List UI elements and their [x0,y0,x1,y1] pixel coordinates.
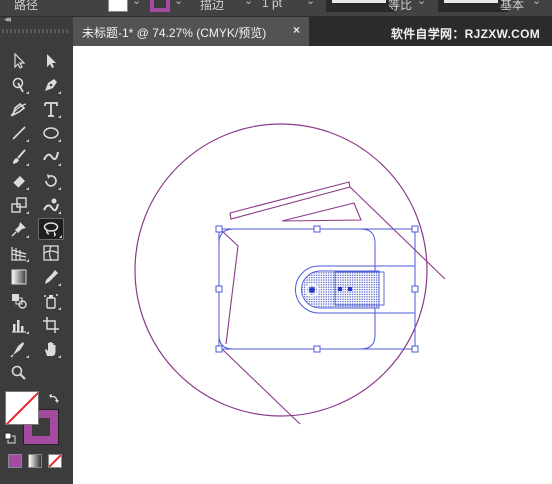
direct-selection-tool[interactable] [40,51,62,71]
gradient-icon [11,269,27,285]
arrow-outline-icon [14,52,26,69]
handle-dot[interactable] [309,287,315,293]
perspective-grid-tool[interactable] [8,243,30,263]
type-tool[interactable] [40,99,62,119]
selection-tool[interactable] [8,51,30,71]
stroke-indicator[interactable] [150,0,170,12]
artboard-icon [43,317,59,333]
arrow-solid-icon [47,54,56,68]
gradient-tool[interactable] [8,267,30,287]
magic-wand-tool[interactable] [8,75,30,95]
symbol-sprayer-tool[interactable] [40,291,62,311]
stroke-weight-value[interactable]: 1 pt [262,0,282,10]
chevron-down-icon[interactable]: ⌄ [417,0,426,7]
paintbrush-tool[interactable] [8,147,30,167]
lasso-tool[interactable] [38,218,64,240]
swap-colors-icon[interactable] [48,392,60,410]
color-mode-button[interactable] [8,454,22,468]
artwork[interactable] [73,46,552,484]
zoom-tool[interactable] [8,363,30,383]
artboard-canvas[interactable] [73,46,552,484]
zoom-icon [11,365,26,380]
blend-icon [12,294,27,309]
chevron-down-icon[interactable]: ⌄ [532,0,541,7]
collapse-icon[interactable]: ◂◂ [4,14,11,25]
puppet-warp-tool[interactable] [40,195,62,215]
shadow-line[interactable] [349,186,446,280]
tools-panel: ◂◂ [0,14,73,484]
lasso-icon [43,222,59,237]
eraser-tool[interactable] [8,171,30,191]
pin-tool[interactable] [8,219,30,239]
blend-tool[interactable] [8,291,30,311]
document-tab-bar: 未标题-1* @ 74.27% (CMYK/预览) × 软件自学网：RJZXW.… [73,17,552,46]
gradient-mode-button[interactable] [28,454,42,468]
mesh-icon [43,245,59,261]
lid-triangle[interactable] [281,202,362,222]
column-graph-tool[interactable] [8,315,30,335]
panel-grip[interactable] [2,29,70,33]
chevron-down-icon[interactable]: ⌄ [174,0,183,7]
brush-label: 基本 [500,0,525,12]
mesh-tool[interactable] [40,243,62,263]
brush-definition[interactable] [438,0,508,12]
tools-panel-header[interactable]: ◂◂ [0,14,73,27]
pen-tool[interactable] [40,75,62,95]
lid-shape[interactable] [229,181,351,220]
hand-tool[interactable] [40,339,62,359]
line-tool[interactable] [8,123,30,143]
ellipse-tool[interactable] [40,123,62,143]
document-tab[interactable]: 未标题-1* @ 74.27% (CMYK/预览) × [73,17,309,46]
rotate-tool[interactable] [40,171,62,191]
close-icon[interactable]: × [293,23,300,37]
circle-outline[interactable] [134,123,428,417]
variable-width-profile[interactable] [326,0,394,12]
artboard-tool[interactable] [40,315,62,335]
control-bar: 路径 ⌄ ⌄ 描边 ⌄ 1 pt ⌄ 等比 ⌄ 基本 ⌄ [0,0,552,17]
shaper-tool[interactable] [40,147,62,167]
stepper-icon[interactable]: ⌄ [244,0,253,7]
document-tab-title[interactable]: 未标题-1* @ 74.27% (CMYK/预览) [82,24,266,41]
curvature-tool[interactable] [8,99,30,119]
eyedropper-tool[interactable] [40,267,62,287]
chevron-down-icon[interactable]: ⌄ [306,0,315,7]
shadow-line[interactable] [222,349,301,425]
stroke-label[interactable]: 描边 [200,0,224,13]
slice-tool[interactable] [8,339,30,359]
box-side[interactable] [219,228,239,345]
scale-tool[interactable] [8,195,30,215]
none-mode-button[interactable] [48,454,62,468]
curvature-icon [10,102,27,117]
profile-label: 等比 [388,0,413,12]
shape-label: 路径 [14,0,39,12]
default-colors-icon[interactable] [4,431,16,449]
fill-indicator[interactable] [108,0,128,12]
fill-swatch[interactable] [5,391,39,425]
chevron-down-icon[interactable]: ⌄ [132,0,141,7]
watermark-text: 软件自学网：RJZXW.COM [390,27,540,41]
